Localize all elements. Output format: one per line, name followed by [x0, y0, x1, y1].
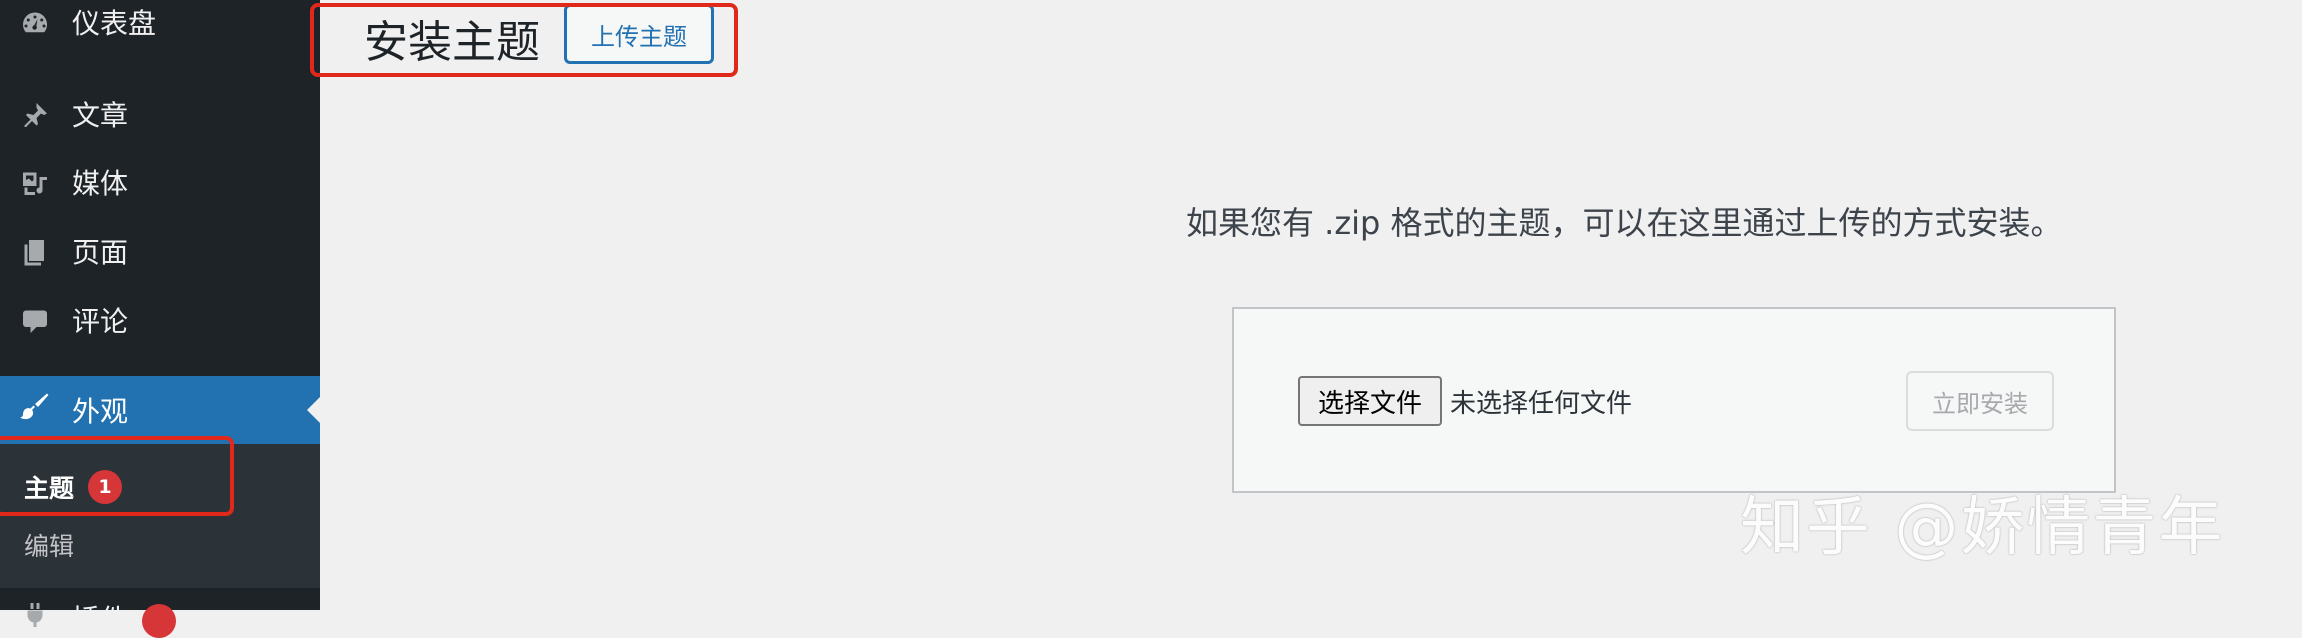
sidebar-item-label: 页面 — [72, 236, 129, 269]
submenu-item-editor[interactable]: 编辑 — [24, 527, 74, 563]
sidebar-item-label: 评论 — [72, 305, 129, 338]
sidebar-item-pages[interactable]: 页面 — [0, 221, 320, 281]
sidebar-item-posts[interactable]: 文章 — [0, 84, 320, 144]
sidebar-item-appearance[interactable]: 外观 — [0, 376, 320, 444]
active-menu-arrow — [307, 397, 320, 423]
media-icon — [18, 168, 52, 198]
choose-file-button[interactable]: 选择文件 — [1298, 376, 1442, 426]
sidebar-item-dashboard[interactable]: 仪表盘 — [0, 0, 320, 52]
dashboard-icon — [18, 8, 52, 38]
sidebar-item-label: 外观 — [72, 395, 129, 428]
watermark: 知乎 @娇情青年 — [1740, 491, 2225, 565]
pin-icon — [18, 100, 52, 130]
install-now-button[interactable]: 立即安装 — [1906, 371, 2054, 431]
no-file-selected-text: 未选择任何文件 — [1450, 389, 1633, 419]
upload-description: 如果您有 .zip 格式的主题，可以在这里通过上传的方式安装。 — [1186, 204, 2063, 242]
sidebar-item-label: 媒体 — [72, 167, 129, 200]
submenu-item-label: 编辑 — [24, 532, 75, 561]
annotation-highlight-themes — [0, 436, 234, 516]
pages-icon — [18, 237, 52, 267]
sidebar-item-comments[interactable]: 评论 — [0, 290, 320, 350]
plugin-icon — [18, 600, 52, 630]
upload-form: 选择文件 未选择任何文件 立即安装 — [1232, 307, 2116, 493]
annotation-highlight-title — [310, 3, 738, 77]
admin-sidebar: 仪表盘 文章 媒体 页面 评论 外观 主题 1 编辑 插件 — [0, 0, 320, 638]
sidebar-item-label: 文章 — [72, 99, 129, 132]
sidebar-item-media[interactable]: 媒体 — [0, 152, 320, 212]
comment-icon — [18, 306, 52, 336]
sidebar-item-label: 仪表盘 — [72, 7, 157, 40]
plugins-update-badge — [142, 604, 176, 638]
sidebar-item-label: 插件 — [72, 603, 129, 636]
paintbrush-icon — [18, 392, 52, 422]
